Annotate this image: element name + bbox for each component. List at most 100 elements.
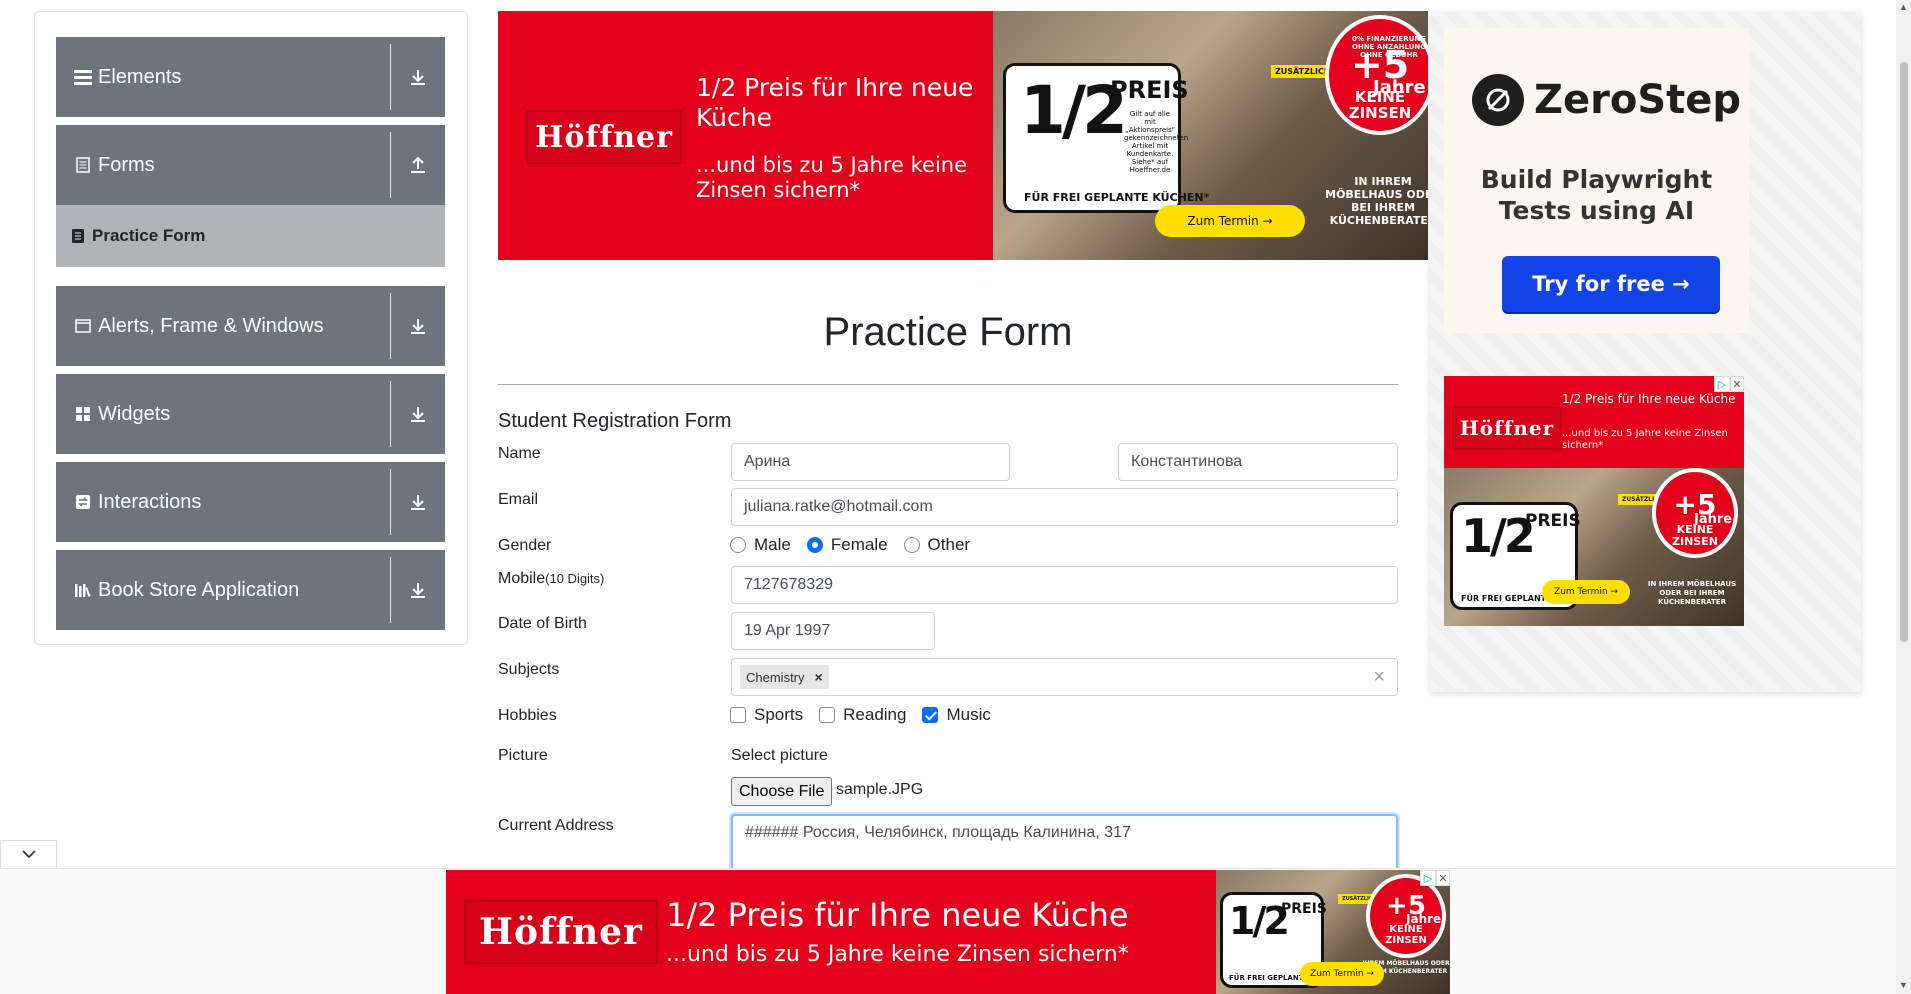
checkbox-checked[interactable]	[922, 707, 939, 723]
ad-close-icon[interactable]: ✕	[1436, 870, 1450, 886]
termin-button[interactable]: Zum Termin →	[1300, 962, 1384, 986]
ad-photo: 1/2 PREIS FÜR FREI GEPLANTE K ZUSÄTZLICH…	[1444, 468, 1744, 626]
zerostep-logo: ZeroStep	[1472, 74, 1741, 126]
ad-headline: 1/2 Preis für Ihre neue Küche	[696, 73, 974, 132]
zerostep-headline: Build Playwright Tests using AI	[1480, 165, 1713, 225]
hobby-sports[interactable]: Sports	[730, 705, 803, 725]
sidebar-group-book-store[interactable]: Book Store Application	[56, 550, 445, 630]
sidebar-group-alerts[interactable]: Alerts, Frame & Windows	[56, 286, 445, 366]
file-name: sample.JPG	[836, 781, 924, 798]
sidebar-group-label: Elements	[98, 65, 182, 88]
scrollbar-thumb[interactable]	[1900, 62, 1908, 642]
price-fraction: 1/2	[1020, 72, 1128, 149]
zins-badge: +5 Jahre KEINE ZINSEN	[1652, 468, 1738, 558]
sidebar-group-elements[interactable]: Elements	[56, 37, 445, 117]
checkbox[interactable]	[819, 707, 836, 723]
hoeffner-logo: Höffner	[464, 900, 658, 964]
sidebar-group-widgets[interactable]: Widgets	[56, 374, 445, 454]
zerostep-ad[interactable]: ZeroStep Build Playwright Tests using AI…	[1444, 28, 1749, 333]
current-address-textarea[interactable]: ###### Россия, Челябинск, площадь Калини…	[731, 814, 1398, 874]
sidebar-group-interactions[interactable]: Interactions	[56, 462, 445, 542]
scroll-down-icon[interactable]: ▼	[1899, 980, 1908, 990]
sidebar-group-forms[interactable]: Forms	[56, 125, 445, 205]
list-icon	[74, 68, 92, 86]
hobbies-options: Sports Reading Music	[730, 705, 1007, 725]
picture-label: Picture	[498, 747, 548, 764]
gender-option-label: Female	[830, 535, 888, 554]
subjects-label: Subjects	[498, 661, 560, 678]
gender-female[interactable]: Female	[806, 535, 888, 555]
zins-keine: KEINE ZINSEN	[1385, 924, 1427, 946]
email-input[interactable]: juliana.ratke@hotmail.com	[731, 488, 1398, 526]
hobby-music[interactable]: Music	[922, 705, 991, 725]
grid-icon	[74, 405, 92, 423]
ad-subline: ...und bis zu 5 Jahre keine Zinsen siche…	[1562, 428, 1728, 451]
hobby-reading[interactable]: Reading	[819, 705, 906, 725]
date-of-birth-input[interactable]: 19 Apr 1997	[731, 612, 935, 650]
bottom-hoeffner-ad[interactable]: Höffner 1/2 Preis für Ihre neue Küche ..…	[446, 870, 1450, 994]
adchoices-icon[interactable]: ▷	[1420, 870, 1436, 886]
right-ad-column: ZeroStep Build Playwright Tests using AI…	[1430, 12, 1861, 692]
ad-photo: 1/2 PREIS FÜR FREI GEPLANT ZUSÄTZLICH +5…	[1216, 870, 1450, 994]
adchoices-icon[interactable]: ▷	[1714, 376, 1730, 392]
download-arrow-icon[interactable]	[409, 492, 427, 512]
termin-button[interactable]: Zum Termin →	[1542, 580, 1630, 604]
subject-chip-label: Chemistry	[746, 669, 805, 685]
divider	[390, 557, 391, 623]
try-for-free-button[interactable]: Try for free →	[1502, 256, 1720, 312]
mobile-label: Mobile(10 Digits)	[498, 570, 604, 588]
upload-arrow-icon[interactable]	[409, 155, 427, 175]
sidebar-item-practice-form[interactable]: Practice Form	[56, 205, 445, 267]
interactions-icon	[74, 493, 92, 511]
collapse-toggle[interactable]	[0, 840, 57, 870]
price-fraction: 1/2	[1461, 509, 1536, 563]
last-name-input[interactable]: Константинова	[1118, 443, 1398, 481]
price-word: PREIS	[1525, 511, 1581, 531]
name-label: Name	[498, 445, 541, 462]
divider	[390, 132, 391, 198]
subjects-input[interactable]: Chemistry × ×	[731, 658, 1398, 696]
current-address-label: Current Address	[498, 817, 614, 834]
hobby-label: Music	[946, 705, 991, 724]
mobile-input[interactable]: 7127678329	[731, 566, 1398, 604]
choose-file-button[interactable]: Choose File	[731, 777, 833, 806]
clear-icon[interactable]: ×	[1373, 666, 1385, 689]
radio-button[interactable]	[903, 537, 920, 553]
gender-option-label: Other	[927, 535, 971, 554]
download-arrow-icon[interactable]	[409, 404, 427, 424]
gender-other[interactable]: Other	[903, 535, 971, 555]
hoeffner-logo: Höffner	[526, 110, 682, 164]
sidebar-item-label: Practice Form	[92, 226, 206, 245]
vertical-scrollbar[interactable]: ▲ ▼	[1896, 0, 1911, 994]
side-hoeffner-ad[interactable]: Höffner 1/2 Preis für Ihre neue Küche ..…	[1444, 376, 1744, 626]
sidebar-group-label: Widgets	[98, 402, 171, 425]
ad-headline: 1/2 Preis für Ihre neue Küche	[1562, 392, 1736, 406]
scroll-up-icon[interactable]: ▲	[1899, 2, 1908, 12]
ad-close-icon[interactable]: ✕	[1730, 376, 1744, 392]
divider	[390, 469, 391, 535]
ad-location-text: IN IHREM MÖBELHAUS ODER BEI IHREM KÜCHEN…	[1325, 175, 1428, 227]
termin-button[interactable]: Zum Termin →	[1155, 205, 1305, 237]
gender-male[interactable]: Male	[730, 535, 791, 555]
download-arrow-icon[interactable]	[409, 316, 427, 336]
sidebar-group-label: Interactions	[98, 490, 202, 513]
zins-badge: +5 Jahre KEINE ZINSEN	[1366, 874, 1446, 958]
chip-remove-icon[interactable]: ×	[815, 669, 823, 685]
divider	[390, 381, 391, 447]
first-name-input[interactable]: Арина	[731, 443, 1010, 481]
top-ad-banner[interactable]: Höffner 1/2 Preis für Ihre neue Küche ..…	[498, 11, 1428, 260]
ad-location-text: IN IHREM MÖBELHAUS ODER BEI IHREM KÜCHEN…	[1647, 580, 1737, 606]
download-arrow-icon[interactable]	[409, 67, 427, 87]
download-arrow-icon[interactable]	[409, 580, 427, 600]
radio-button-selected[interactable]	[806, 537, 823, 553]
divider	[390, 293, 391, 359]
email-label: Email	[498, 491, 539, 508]
zins-fineprint: 0% FINANZIERUNG OHNE ANZAHLUNG OHNE GEBÜ…	[1351, 35, 1426, 59]
sidebar-group-label: Book Store Application	[98, 578, 300, 601]
hobbies-label: Hobbies	[498, 707, 557, 724]
radio-button[interactable]	[730, 537, 746, 553]
checkbox[interactable]	[730, 707, 746, 723]
price-fineprint: Gilt auf alle mit „Aktionspreis" gekennz…	[1124, 110, 1189, 174]
sidebar-group-label: Forms	[98, 153, 155, 176]
page: Elements Forms Practice Form Alerts, Fra…	[0, 0, 1911, 994]
